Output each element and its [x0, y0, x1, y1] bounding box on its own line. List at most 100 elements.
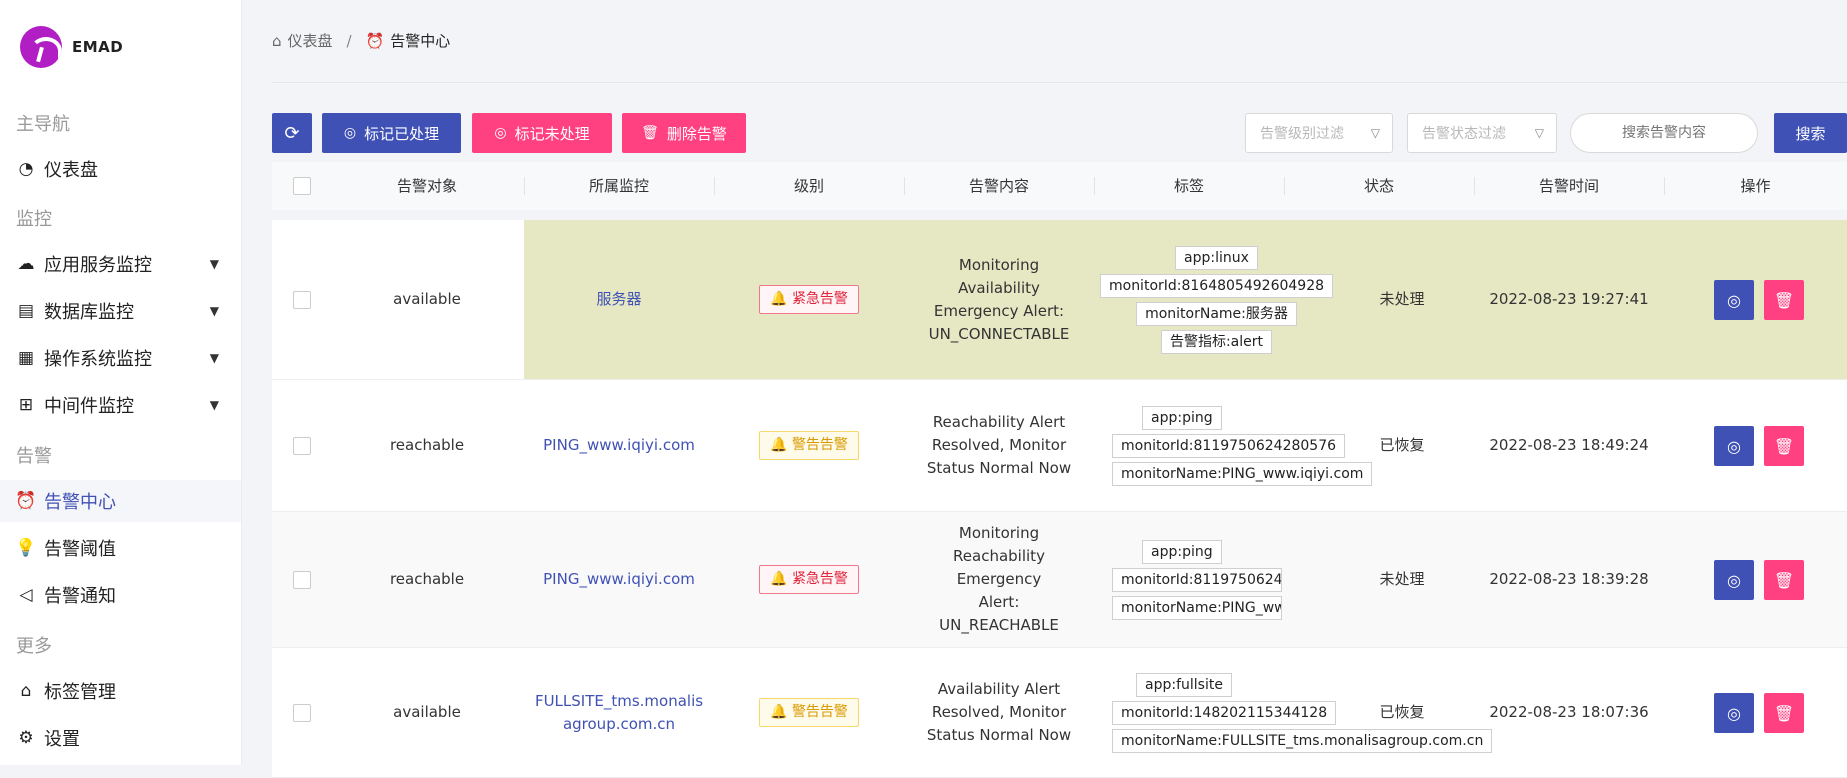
row-checkbox[interactable] — [293, 570, 311, 589]
sidebar: EMAD 主导航 ◔ 仪表盘 监控 ☁ 应用服务监控 ▼ ▤ 数据库监控 ▼ ▦… — [0, 0, 242, 765]
refresh-button[interactable]: ⟳ — [272, 113, 312, 153]
level-filter-select[interactable]: 告警级别过滤 ▽ — [1245, 113, 1393, 153]
check-circle-icon: ◎ — [1727, 290, 1741, 310]
sidebar-item-settings[interactable]: ⚙ 设置 — [0, 717, 241, 759]
table-row[interactable]: available 服务器 🔔 紧急告警 Monitoring Availabi… — [272, 220, 1847, 380]
chevron-down-icon: ▼ — [209, 257, 219, 271]
level-label: 警告告警 — [791, 704, 848, 720]
alarm-icon: ⏰ — [15, 491, 37, 511]
tag: monitorId:148202115344128 — [1112, 700, 1337, 725]
sidebar-item-label: 操作系统监控 — [44, 349, 152, 370]
sidebar-item-label: 设置 — [44, 729, 80, 750]
column-header[interactable]: 告警时间 — [1474, 162, 1664, 210]
sidebar-item-app-service-monitor[interactable]: ☁ 应用服务监控 ▼ — [0, 243, 241, 285]
column-header[interactable]: 级别 — [714, 162, 904, 210]
status-text: 已恢复 — [1379, 436, 1425, 454]
mark-unhandled-button[interactable]: ◎ 标记未处理 — [472, 113, 612, 153]
select-all-checkbox[interactable] — [293, 177, 311, 195]
home-icon: ⌂ — [272, 31, 282, 50]
level-badge: 🔔 警告告警 — [759, 431, 859, 460]
check-circle-icon: ◎ — [1727, 436, 1741, 456]
alert-content: Monitoring Availability Emergency Alert:… — [928, 255, 1070, 343]
chevron-down-icon: ▼ — [209, 304, 219, 318]
main-content: ⌂ 仪表盘 / ⏰ 告警中心 ⟳ ◎ 标记已处理 ◎ 标记未处理 🗑 删除告警 … — [272, 0, 1847, 778]
monitor-link[interactable]: PING_www.iqiyi.com — [524, 380, 714, 511]
sidebar-item-alert-notify[interactable]: ◁ 告警通知 — [0, 574, 241, 616]
bell-icon: 🔔 — [770, 437, 788, 453]
nav-group-title-monitor: 监控 — [16, 209, 52, 230]
breadcrumb-separator: / — [346, 31, 352, 50]
delete-row-button[interactable]: 🗑 — [1764, 560, 1804, 600]
search-input[interactable] — [1570, 113, 1758, 153]
sidebar-item-dashboard[interactable]: ◔ 仪表盘 — [0, 148, 241, 190]
status-filter-select[interactable]: 告警状态过滤 ▽ — [1407, 113, 1557, 153]
mark-handled-button[interactable]: ◎ 标记已处理 — [322, 113, 461, 153]
chevron-down-icon: ▽ — [1534, 126, 1544, 140]
notify-icon: ◁ — [19, 585, 33, 605]
tag: monitorName:PING_www.iqiyi.com — [1112, 595, 1282, 620]
row-checkbox[interactable] — [293, 436, 311, 455]
app-name: EMAD — [72, 38, 124, 56]
delete-row-button[interactable]: 🗑 — [1764, 280, 1804, 320]
row-checkbox[interactable] — [293, 290, 311, 309]
sidebar-item-alert-center[interactable]: ⏰ 告警中心 — [0, 480, 241, 522]
monitor-link[interactable]: PING_www.iqiyi.com — [524, 512, 714, 647]
mark-handled-label: 标记已处理 — [364, 124, 440, 143]
column-header[interactable]: 告警对象 — [332, 162, 522, 210]
column-header[interactable]: 所属监控 — [524, 162, 714, 210]
sidebar-item-label: 中间件监控 — [44, 396, 134, 417]
delete-alerts-button[interactable]: 🗑 删除告警 — [622, 113, 746, 153]
chevron-down-icon: ▼ — [209, 351, 219, 365]
refresh-icon: ⟳ — [284, 122, 300, 144]
cloud-icon: ☁ — [17, 254, 35, 274]
mark-handled-row-button[interactable]: ◎ — [1714, 280, 1754, 320]
alert-time: 2022-08-23 19:27:41 — [1489, 290, 1649, 308]
tag-list: app:ping monitorId:8119750624280576 moni… — [1112, 512, 1284, 647]
monitor-link[interactable]: FULLSITE_tms.monalisagroup.com.cn — [534, 648, 704, 777]
mark-handled-row-button[interactable]: ◎ — [1714, 426, 1754, 466]
trash-icon: 🗑 — [641, 125, 659, 141]
monitor-link[interactable]: 服务器 — [524, 220, 714, 379]
check-circle-icon: ◎ — [343, 125, 357, 141]
gear-icon: ⚙ — [18, 728, 34, 748]
column-header[interactable]: 告警内容 — [904, 162, 1094, 210]
middleware-icon: ⊞ — [18, 395, 34, 415]
row-checkbox[interactable] — [293, 703, 311, 722]
alert-target: available — [393, 290, 461, 308]
delete-alerts-label: 删除告警 — [666, 124, 727, 143]
breadcrumb-home[interactable]: 仪表盘 — [288, 30, 333, 51]
circle-icon: ◎ — [494, 125, 507, 141]
table-header: 告警对象 所属监控 级别 告警内容 标签 状态 告警时间 操作 — [272, 162, 1847, 210]
table-row[interactable]: reachable PING_www.iqiyi.com 🔔 警告告警 Reac… — [272, 380, 1847, 512]
sidebar-item-tag-manage[interactable]: ⌂ 标签管理 — [0, 670, 241, 712]
tag-icon: ⌂ — [20, 681, 32, 701]
mark-handled-row-button[interactable]: ◎ — [1714, 560, 1754, 600]
table-row[interactable]: reachable PING_www.iqiyi.com 🔔 紧急告警 Moni… — [272, 512, 1847, 648]
bell-icon: 🔔 — [770, 571, 788, 587]
column-header[interactable]: 状态 — [1284, 162, 1474, 210]
level-label: 紧急告警 — [791, 571, 848, 587]
column-header[interactable]: 标签 — [1094, 162, 1284, 210]
mark-handled-row-button[interactable]: ◎ — [1714, 693, 1754, 733]
search-button[interactable]: 搜索 — [1774, 113, 1847, 153]
trash-icon: 🗑 — [1773, 290, 1795, 310]
tag: monitorName:服务器 — [1136, 301, 1297, 326]
database-icon: ▤ — [17, 301, 35, 321]
trash-icon: 🗑 — [1773, 570, 1795, 590]
sidebar-item-os-monitor[interactable]: ▦ 操作系统监控 ▼ — [0, 337, 241, 379]
level-label: 警告告警 — [791, 437, 848, 453]
sidebar-item-label: 标签管理 — [44, 682, 116, 703]
sidebar-item-database-monitor[interactable]: ▤ 数据库监控 ▼ — [0, 290, 241, 332]
alert-target: reachable — [389, 436, 465, 454]
logo[interactable]: EMAD — [20, 26, 123, 68]
delete-row-button[interactable]: 🗑 — [1764, 693, 1804, 733]
alert-target: reachable — [389, 570, 465, 588]
divider — [272, 82, 1847, 83]
tag: monitorId:8119750624280576 — [1112, 567, 1282, 592]
delete-row-button[interactable]: 🗑 — [1764, 426, 1804, 466]
sidebar-item-middleware-monitor[interactable]: ⊞ 中间件监控 ▼ — [0, 384, 241, 426]
table-row[interactable]: available FULLSITE_tms.monalisagroup.com… — [272, 648, 1847, 778]
column-header[interactable]: 操作 — [1664, 162, 1847, 210]
sidebar-item-alert-threshold[interactable]: 💡 告警阈值 — [0, 527, 241, 569]
alarm-icon: ⏰ — [365, 31, 385, 50]
